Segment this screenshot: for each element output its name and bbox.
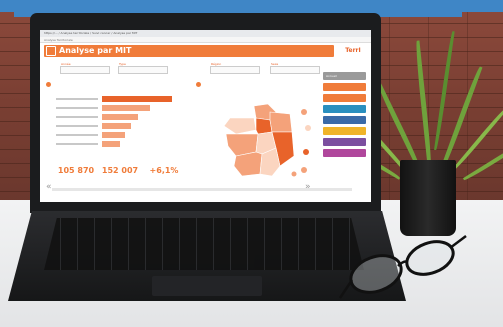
bar-category-label — [56, 143, 98, 145]
filter-year[interactable]: Année — [60, 62, 110, 74]
bar-category-label — [56, 107, 98, 109]
bar-chart-panel: 105 870 152 007 +6,1% — [46, 82, 192, 194]
side-button-1[interactable] — [323, 83, 366, 91]
map-overseas-4 — [301, 167, 307, 173]
side-button-6[interactable] — [323, 138, 366, 146]
side-button-0[interactable]: Accueil — [323, 72, 366, 80]
side-button-column: Accueil — [323, 72, 367, 162]
filter-region[interactable]: Région — [210, 62, 260, 74]
horizontal-scrollbar[interactable] — [52, 188, 352, 191]
brand-logo: TerrI — [345, 47, 361, 54]
map-region-paris — [255, 117, 273, 135]
kpi-2: 152 007 — [100, 164, 140, 175]
france-map[interactable] — [196, 82, 320, 194]
map-panel — [196, 82, 320, 194]
map-corsica — [291, 171, 297, 177]
side-button-2[interactable] — [323, 94, 366, 102]
filter-bar: Année Type Région Sexe — [60, 62, 340, 76]
kpi-1-value: 105 870 — [57, 166, 95, 175]
app-header: Analyse Territoriale — [40, 37, 371, 43]
filter-type[interactable]: Type — [118, 62, 168, 74]
laptop-trackpad — [152, 276, 262, 296]
map-region-southwest — [233, 151, 263, 177]
bar-category-label — [56, 116, 98, 118]
side-button-5[interactable] — [323, 127, 366, 135]
laptop-keyboard — [44, 218, 364, 270]
eyeglasses — [338, 235, 467, 299]
map-overseas-2 — [305, 125, 311, 131]
page-title-bar: Analyse par MIT — [44, 45, 334, 57]
side-button-7[interactable] — [323, 149, 366, 157]
bar-chart — [56, 96, 172, 147]
side-button-3[interactable] — [323, 105, 366, 113]
bar-category-label — [56, 134, 98, 136]
bar-category-label — [56, 125, 98, 127]
bar-4 — [102, 132, 125, 138]
map-region-east — [269, 111, 293, 133]
bar-category-label — [56, 98, 98, 100]
bar-5 — [102, 141, 120, 147]
chart-panel-icon — [46, 82, 51, 87]
map-region-northwest — [223, 117, 257, 135]
prev-arrow-icon[interactable]: « — [46, 182, 52, 192]
bar-2 — [102, 114, 138, 120]
plant-pot — [400, 160, 456, 236]
app-logo-icon — [46, 46, 56, 56]
kpi-3: +6,1% — [144, 164, 184, 175]
map-overseas-3 — [303, 149, 309, 155]
page-title: Analyse par MIT — [59, 46, 132, 55]
filter-sex[interactable]: Sexe — [270, 62, 320, 74]
bar-0 — [102, 96, 172, 102]
laptop-screen: https://... / Analyse territoriale / Sui… — [40, 30, 371, 202]
map-overseas-1 — [301, 109, 307, 115]
browser-address-bar[interactable]: https://... / Analyse territoriale / Sui… — [40, 30, 371, 37]
kpi-2-value: 152 007 — [101, 166, 139, 175]
kpi-row: 105 870 152 007 +6,1% — [56, 164, 186, 190]
kpi-3-value: +6,1% — [149, 166, 179, 175]
kpi-1: 105 870 — [56, 164, 96, 175]
bar-3 — [102, 123, 131, 129]
side-button-4[interactable] — [323, 116, 366, 124]
bar-1 — [102, 105, 150, 111]
